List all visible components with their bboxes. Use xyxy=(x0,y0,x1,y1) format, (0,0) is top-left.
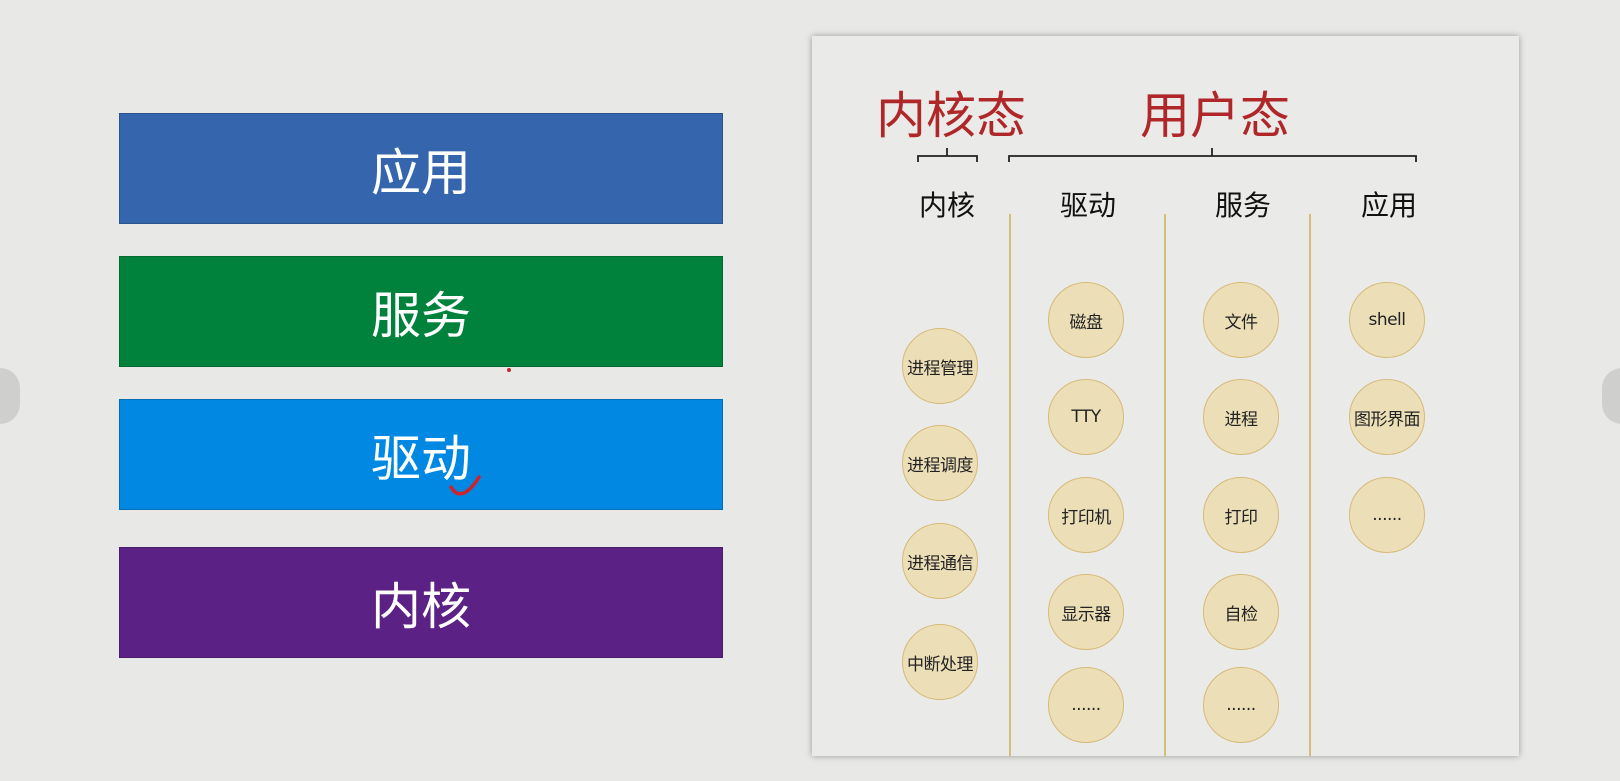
node-process-communication: 进程通信 xyxy=(902,523,978,599)
previous-slide-button[interactable] xyxy=(0,368,20,424)
node-self-test: 自检 xyxy=(1203,574,1279,650)
column-header-driver: 驱动 xyxy=(1059,189,1116,222)
node-gui: 图形界面 xyxy=(1349,379,1425,455)
node-process-management: 进程管理 xyxy=(902,328,978,404)
annotation-checkmark xyxy=(449,475,481,496)
node-process-scheduling: 进程调度 xyxy=(902,425,978,501)
node-interrupt-handling: 中断处理 xyxy=(902,624,978,700)
mode-brackets xyxy=(917,148,1417,162)
column-divider xyxy=(1164,214,1166,756)
node-service-more: ...... xyxy=(1203,667,1279,743)
node-driver-more: ...... xyxy=(1048,667,1124,743)
node-process: 进程 xyxy=(1203,379,1279,455)
next-slide-button[interactable] xyxy=(1602,368,1620,424)
annotation-dot xyxy=(507,368,511,372)
node-file: 文件 xyxy=(1203,282,1279,358)
node-disk: 磁盘 xyxy=(1048,282,1124,358)
layer-app-label: 应用 xyxy=(371,143,471,202)
node-shell: shell xyxy=(1349,282,1425,358)
node-print: 打印 xyxy=(1203,477,1279,553)
layer-service-label: 服务 xyxy=(371,286,471,345)
column-header-kernel: 内核 xyxy=(918,189,975,222)
node-printer: 打印机 xyxy=(1048,477,1124,553)
node-display: 显示器 xyxy=(1048,574,1124,650)
layer-app: 应用 xyxy=(119,113,723,224)
column-header-service: 服务 xyxy=(1214,189,1271,222)
architecture-slide: 内核态 用户态 内核 驱动 服务 应用 进程管理 进程调度 进程通信 中断处理 … xyxy=(812,36,1519,756)
layer-service: 服务 xyxy=(119,256,723,367)
layer-driver: 驱动 xyxy=(119,399,723,510)
column-divider xyxy=(1009,214,1011,756)
layer-kernel-label: 内核 xyxy=(371,577,471,636)
column-divider xyxy=(1309,214,1311,756)
node-app-more: ...... xyxy=(1349,477,1425,553)
column-header-app: 应用 xyxy=(1360,189,1417,222)
layer-kernel: 内核 xyxy=(119,547,723,658)
node-tty: TTY xyxy=(1048,379,1124,455)
